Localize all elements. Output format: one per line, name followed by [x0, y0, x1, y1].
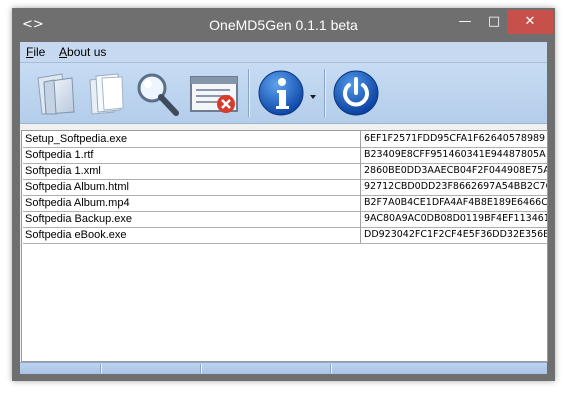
exit-button[interactable]: [332, 68, 380, 118]
search-button[interactable]: [132, 68, 180, 118]
menu-about-label: bout us: [67, 45, 107, 59]
menu-about-us[interactable]: About us: [59, 44, 106, 60]
menu-file-label: ile: [33, 45, 46, 59]
title-bar[interactable]: <> OneMD5Gen 0.1.1 beta — □ ✕: [12, 8, 555, 42]
power-exit-icon: [333, 70, 379, 116]
about-info-button[interactable]: [256, 68, 318, 118]
chevron-down-icon: [310, 95, 316, 99]
clear-list-icon: [190, 76, 238, 113]
status-panel: [100, 364, 102, 373]
md5-hash: 92712CBD0DD23F8662697A54BB2C7C: [364, 181, 548, 192]
list-item[interactable]: Softpedia Backup.exe 9AC80A9AC0DB08D0119…: [23, 211, 548, 228]
minimize-button[interactable]: —: [452, 10, 478, 34]
file-name: Softpedia Backup.exe: [25, 211, 361, 227]
md5-hash: 9AC80A9AC0DB08D0119BF4EF113461: [364, 213, 548, 224]
file-name: Setup_Softpedia.exe: [25, 131, 361, 147]
md5-hash: 2860BE0DD3AAECB04F2F044908E75A: [364, 165, 548, 176]
open-folder-button[interactable]: [32, 68, 80, 118]
list-item[interactable]: Softpedia eBook.exe DD923042FC1F2CF4E5F3…: [23, 227, 548, 244]
list-item[interactable]: Softpedia Album.html 92712CBD0DD23F86626…: [23, 179, 548, 196]
open-folder-icon: [37, 73, 75, 115]
md5-hash: DD923042FC1F2CF4E5F36DD32E356B: [364, 229, 548, 240]
list-item[interactable]: Softpedia Album.mp4 B2F7A0B4CE1DFA4AF4B8…: [23, 195, 548, 212]
client-area: File About us Setup_Softpedia.exe 6EF1F2…: [20, 42, 548, 374]
menu-about-accesskey: A: [59, 45, 68, 59]
clear-list-button[interactable]: [188, 68, 238, 118]
menu-bar: File About us: [20, 42, 547, 63]
maximize-button[interactable]: □: [481, 10, 507, 34]
open-files-button[interactable]: [82, 68, 130, 118]
app-window: <> OneMD5Gen 0.1.1 beta — □ ✕ File About…: [12, 8, 555, 381]
file-name: Softpedia 1.xml: [25, 163, 361, 179]
documents-icon: [89, 73, 124, 115]
status-panel: [200, 364, 202, 373]
file-name: Softpedia Album.html: [25, 179, 361, 195]
info-icon: [258, 70, 316, 116]
md5-hash: B2F7A0B4CE1DFA4AF4B8E189E6466C: [364, 197, 548, 208]
toolbar-separator: [324, 69, 326, 117]
list-item[interactable]: Setup_Softpedia.exe 6EF1F2571FDD95CFA1F6…: [23, 131, 547, 148]
list-item[interactable]: Softpedia 1.rtf B23409E8CFF951460341E944…: [23, 147, 547, 164]
file-name: Softpedia 1.rtf: [25, 147, 361, 163]
file-name: Softpedia Album.mp4: [25, 195, 361, 211]
list-item[interactable]: Softpedia 1.xml 2860BE0DD3AAECB04F2F0449…: [23, 163, 548, 180]
toolbar-separator: [248, 69, 250, 117]
file-hash-list[interactable]: Setup_Softpedia.exe 6EF1F2571FDD95CFA1F6…: [21, 130, 548, 362]
toolbar: [20, 63, 547, 124]
menu-file[interactable]: File: [26, 44, 45, 60]
file-name: Softpedia eBook.exe: [25, 227, 361, 243]
md5-hash: B23409E8CFF951460341E94487805A: [364, 149, 546, 160]
magnifier-search-icon: [137, 73, 179, 116]
status-bar: [20, 362, 547, 374]
close-button[interactable]: ✕: [507, 10, 553, 34]
md5-hash: 6EF1F2571FDD95CFA1F62640578989: [364, 133, 546, 144]
status-panel: [330, 364, 332, 373]
